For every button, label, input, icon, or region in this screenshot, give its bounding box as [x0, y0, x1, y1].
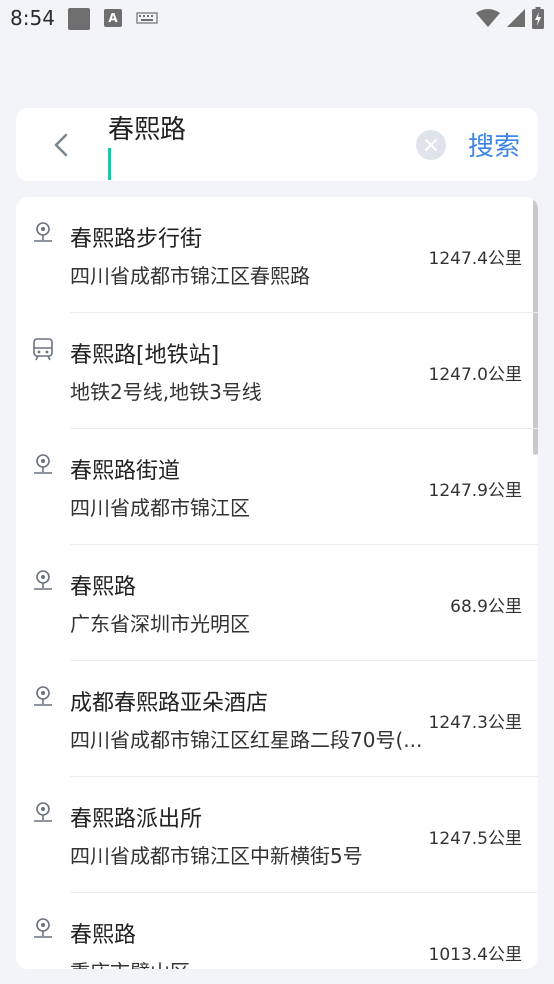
- result-item[interactable]: 成都春熙路亚朵酒店四川省成都市锦江区红星路二段70号(... 1247.3公里: [16, 661, 538, 777]
- result-title: 春熙路: [70, 575, 137, 600]
- location-pin-icon: [32, 685, 54, 709]
- wifi-icon: [476, 9, 500, 27]
- result-address: 重庆市璧山区: [70, 956, 190, 969]
- location-pin-icon: [32, 569, 54, 593]
- result-address: 四川省成都市锦江区春熙路: [70, 264, 310, 288]
- result-item[interactable]: 春熙路重庆市璧山区 1013.4公里: [16, 893, 538, 969]
- result-distance: 1247.5公里: [428, 829, 522, 849]
- chevron-left-icon: [54, 133, 68, 157]
- results-list: 春熙路步行街四川省成都市锦江区春熙路 1247.4公里春熙路[地铁站] 地铁2号线,…: [16, 197, 538, 969]
- status-time: 8:54: [10, 6, 55, 30]
- result-item[interactable]: 春熙路步行街四川省成都市锦江区春熙路 1247.4公里: [16, 197, 538, 313]
- location-pin-icon: [32, 917, 54, 941]
- close-icon: [425, 139, 437, 151]
- clear-button[interactable]: [416, 130, 446, 160]
- result-title: 春熙路派出所: [70, 807, 203, 832]
- result-title: 春熙路步行街: [70, 227, 203, 252]
- result-item[interactable]: 春熙路派出所四川省成都市锦江区中新横街5号 1247.5公里: [16, 777, 538, 893]
- result-item[interactable]: 春熙路[地铁站] 地铁2号线,地铁3号线 1247.0公里: [16, 313, 538, 429]
- search-bar: 搜索: [16, 108, 538, 181]
- keyboard-icon: [136, 12, 158, 24]
- status-bar: 8:54 A: [0, 0, 554, 36]
- result-distance: 1247.0公里: [428, 365, 522, 385]
- result-address: 广东省深圳市光明区: [70, 612, 250, 636]
- result-item[interactable]: 春熙路街道四川省成都市锦江区 1247.9公里: [16, 429, 538, 545]
- battery-icon: [532, 7, 544, 29]
- signal-icon: [507, 9, 525, 27]
- search-input[interactable]: [108, 110, 408, 144]
- result-distance: 1247.4公里: [428, 249, 522, 269]
- result-title: 春熙路街道: [70, 459, 181, 484]
- back-button[interactable]: [44, 128, 78, 162]
- result-title: 春熙路[地铁站]: [70, 343, 220, 368]
- result-distance: 1247.3公里: [428, 713, 522, 733]
- search-button[interactable]: 搜索: [468, 126, 520, 163]
- square-icon: [68, 8, 90, 30]
- result-distance: 1013.4公里: [428, 945, 522, 965]
- text-caret: [108, 148, 111, 180]
- result-address: 四川省成都市锦江区: [70, 496, 250, 520]
- result-title: 成都春熙路亚朵酒店: [70, 691, 269, 716]
- location-pin-icon: [32, 221, 54, 245]
- result-address: 地铁2号线,地铁3号线: [70, 380, 262, 404]
- bus-icon: [32, 337, 54, 361]
- result-distance: 1247.9公里: [428, 481, 522, 501]
- a-icon: A: [104, 9, 122, 27]
- result-item[interactable]: 春熙路广东省深圳市光明区 68.9公里: [16, 545, 538, 661]
- location-pin-icon: [32, 453, 54, 477]
- location-pin-icon: [32, 801, 54, 825]
- result-distance: 68.9公里: [450, 597, 522, 617]
- result-title: 春熙路: [70, 923, 137, 948]
- result-address: 四川省成都市锦江区红星路二段70号(...: [70, 728, 423, 752]
- result-address: 四川省成都市锦江区中新横街5号: [70, 844, 363, 868]
